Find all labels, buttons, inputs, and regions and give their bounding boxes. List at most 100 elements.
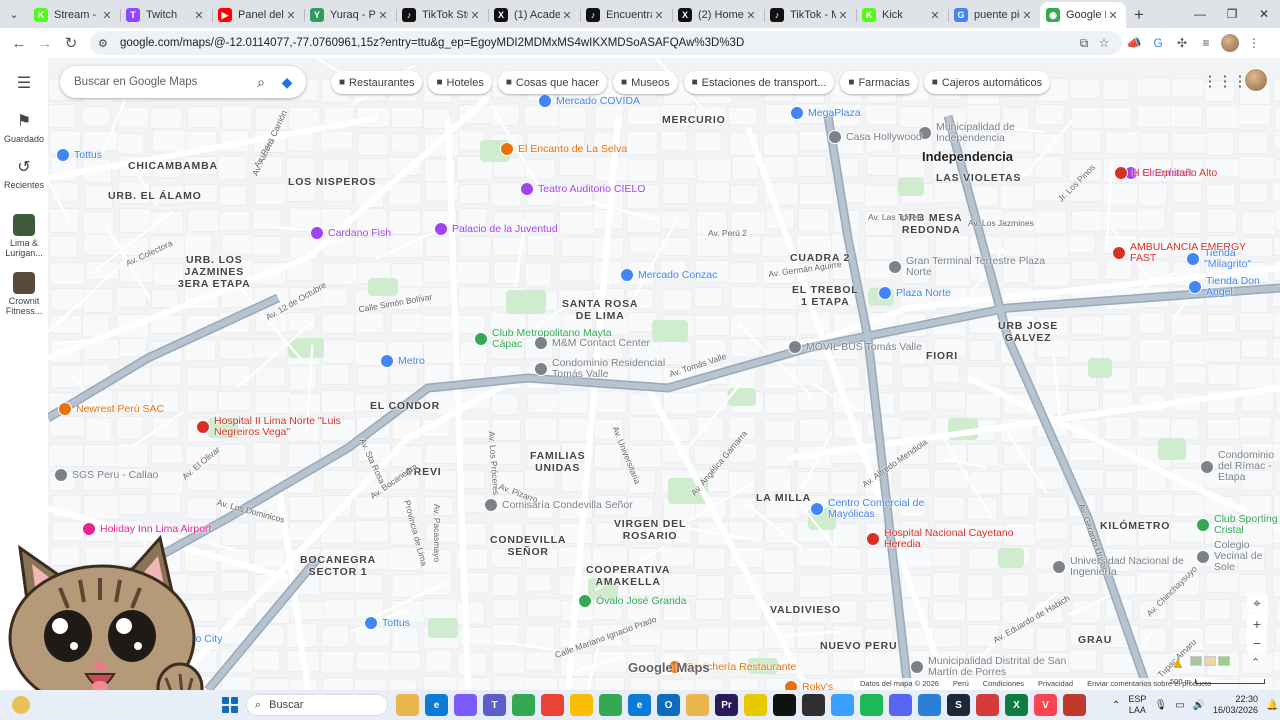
notifications-icon[interactable]: 🔔 [1266, 700, 1278, 711]
microphone-icon[interactable]: 🎙 [1154, 700, 1167, 711]
map-poi[interactable]: M&M Contact Center [534, 336, 650, 350]
tab-close-icon[interactable]: ✕ [928, 9, 942, 22]
browser-tab[interactable]: ♪ TikTok Studio✕ [396, 2, 488, 28]
map-poi[interactable]: Plaza Norte [878, 286, 951, 300]
back-button[interactable]: ← [6, 30, 32, 56]
map-poi[interactable]: Condominio del Rímac - Etapa [1200, 450, 1280, 483]
map-poi[interactable]: Roky's [784, 680, 833, 690]
extension-megaphone-icon[interactable]: 📣 [1122, 31, 1146, 55]
map-poi[interactable]: MegaPlaza [790, 106, 861, 120]
street-view-pegman-icon[interactable]: ♟ [1172, 656, 1186, 672]
map-poi[interactable]: MOVIL BUS Tomás Valle [788, 340, 922, 354]
map-poi[interactable]: Casa Hollywood [828, 130, 922, 144]
extensions-puzzle-icon[interactable]: ✣ [1170, 31, 1194, 55]
taskbar-search[interactable]: ⌕ Buscar [246, 694, 388, 716]
map-poi[interactable]: Tottus [364, 616, 410, 630]
map-poi[interactable]: Óvalo José Granda [578, 594, 686, 608]
chrome-icon[interactable] [599, 694, 622, 716]
address-bar[interactable]: ⚙ google.com/maps/@-12.0114077,-77.07609… [90, 31, 1122, 55]
forward-button[interactable]: → [32, 30, 58, 56]
tab-close-icon[interactable]: ✕ [560, 9, 574, 22]
app-icon[interactable] [1063, 694, 1086, 716]
ai-icon[interactable] [831, 694, 854, 716]
steam-icon[interactable]: S [947, 694, 970, 716]
search-box[interactable]: ⌕ ◆ [60, 66, 306, 98]
zoom-out-button[interactable]: − [1247, 633, 1267, 653]
restore-button[interactable]: ❐ [1216, 0, 1248, 28]
minimize-button[interactable]: — [1184, 0, 1216, 28]
browser-tab[interactable]: Y Yuraq - Plan✕ [304, 2, 396, 28]
spotify-icon[interactable] [860, 694, 883, 716]
map-poi[interactable]: H El Ermitaño Alto [1114, 166, 1217, 180]
privacy-link[interactable]: Privacidad [1038, 679, 1073, 689]
map-canvas[interactable]: MERCURIO URB. EL ÁLAMO LOS NISPEROS CHICAMB… [48, 58, 1280, 690]
excel-icon[interactable]: X [1005, 694, 1028, 716]
network-icon[interactable]: ▭ [1175, 700, 1184, 711]
recent-item[interactable]: Lima & Lurigan... [0, 212, 48, 258]
map-poi[interactable]: Teatro Auditorio CIELO [520, 182, 645, 196]
sticky-notes-icon[interactable] [744, 694, 767, 716]
headset-icon[interactable] [976, 694, 999, 716]
category-chip[interactable]: ■ Museos [613, 71, 678, 94]
browser-tab[interactable]: ▶ Panel del canal✕ [212, 2, 304, 28]
discord-icon[interactable] [889, 694, 912, 716]
browser-tab[interactable]: K Kick ✕ [856, 2, 948, 28]
layer-thumb[interactable] [1218, 656, 1230, 666]
browser-tab[interactable]: K Stream - Kick✕ [28, 2, 120, 28]
browser-tab[interactable]: ◉ Google Maps✕ [1040, 2, 1126, 28]
map-poi[interactable]: Palacio de la Juventud [434, 222, 558, 236]
tab-close-icon[interactable]: ✕ [1020, 9, 1034, 22]
directions-icon[interactable]: ◆ [274, 69, 300, 95]
layer-thumb[interactable] [1190, 656, 1202, 666]
tab-close-icon[interactable]: ✕ [284, 9, 298, 22]
edge-icon[interactable]: e [425, 694, 448, 716]
map-poi[interactable]: Tottus [56, 148, 102, 162]
browser-tab[interactable]: X (1) Academia✕ [488, 2, 580, 28]
browser-tab[interactable]: ♪ TikTok - Mak✕ [764, 2, 856, 28]
browser-tab[interactable]: ♪ Encuentra 'n✕ [580, 2, 672, 28]
reload-button[interactable]: ↻ [58, 30, 84, 56]
tab-search-chevron-icon[interactable]: ⌄ [0, 0, 28, 28]
close-window-button[interactable]: ✕ [1248, 0, 1280, 28]
tab-close-icon[interactable]: ✕ [468, 9, 482, 22]
obs-icon[interactable] [802, 694, 825, 716]
browser-menu-icon[interactable]: ⋮ [1242, 31, 1266, 55]
map-poi[interactable]: Comisaría Condevilla Señor [484, 498, 633, 512]
map-poi[interactable]: Tienda Don Angel [1188, 276, 1280, 298]
terms-link[interactable]: Condiciones [983, 679, 1024, 689]
clock[interactable]: 22:30 16/03/2026 [1213, 694, 1258, 716]
my-location-icon[interactable]: ⌖ [1247, 593, 1267, 613]
capcut-icon[interactable] [773, 694, 796, 716]
chrome-icon[interactable] [570, 694, 593, 716]
map-poi[interactable]: Municipalidad de Independencia [918, 122, 1076, 144]
app-icon[interactable] [918, 694, 941, 716]
category-chip[interactable]: ■ Cosas que hacer [497, 71, 608, 94]
map-poi[interactable]: Municipalidad Distrital de San Martín de… [910, 656, 1068, 678]
tab-close-icon[interactable]: ✕ [652, 9, 666, 22]
tab-close-icon[interactable]: ✕ [1106, 9, 1120, 22]
menu-button[interactable]: ☰ [0, 72, 48, 94]
bookmark-star-icon[interactable]: ☆ [1094, 36, 1114, 50]
map-poi[interactable]: Mercado Conzac [620, 268, 717, 282]
chrome-icon[interactable] [541, 694, 564, 716]
map-poi[interactable]: Centro Comercial de Mayólicas [810, 498, 968, 520]
category-chip[interactable]: ■ Farmacias [840, 71, 918, 94]
volume-icon[interactable]: 🔊 [1193, 700, 1205, 711]
install-app-icon[interactable]: ⧉ [1074, 36, 1094, 51]
map-poi[interactable]: Universidad Nacional de Ingeniería [1052, 556, 1210, 578]
tab-close-icon[interactable]: ✕ [376, 9, 390, 22]
chrome-icon[interactable] [512, 694, 535, 716]
search-icon[interactable]: ⌕ [248, 69, 274, 95]
teams-icon[interactable]: T [483, 694, 506, 716]
language-indicator[interactable]: ESP LAA [1128, 694, 1146, 716]
outlook-icon[interactable]: O [657, 694, 680, 716]
map-poi[interactable]: Gran Terminal Terrestre Plaza Norte [888, 256, 1046, 278]
map-poi[interactable]: Colegio Vecinal de Sole [1196, 540, 1280, 573]
map-poi[interactable]: Metro [380, 354, 425, 368]
browser-tab[interactable]: T Twitch ✕ [120, 2, 212, 28]
zoom-in-button[interactable]: + [1247, 614, 1267, 634]
url-text[interactable]: google.com/maps/@-12.0114077,-77.0760961… [120, 37, 1074, 49]
map-poi[interactable]: Club Sporting Cristal [1196, 514, 1280, 536]
map-poi[interactable]: Newrest Perú SAC [58, 402, 164, 416]
layers-thumbnails[interactable] [1190, 656, 1230, 666]
